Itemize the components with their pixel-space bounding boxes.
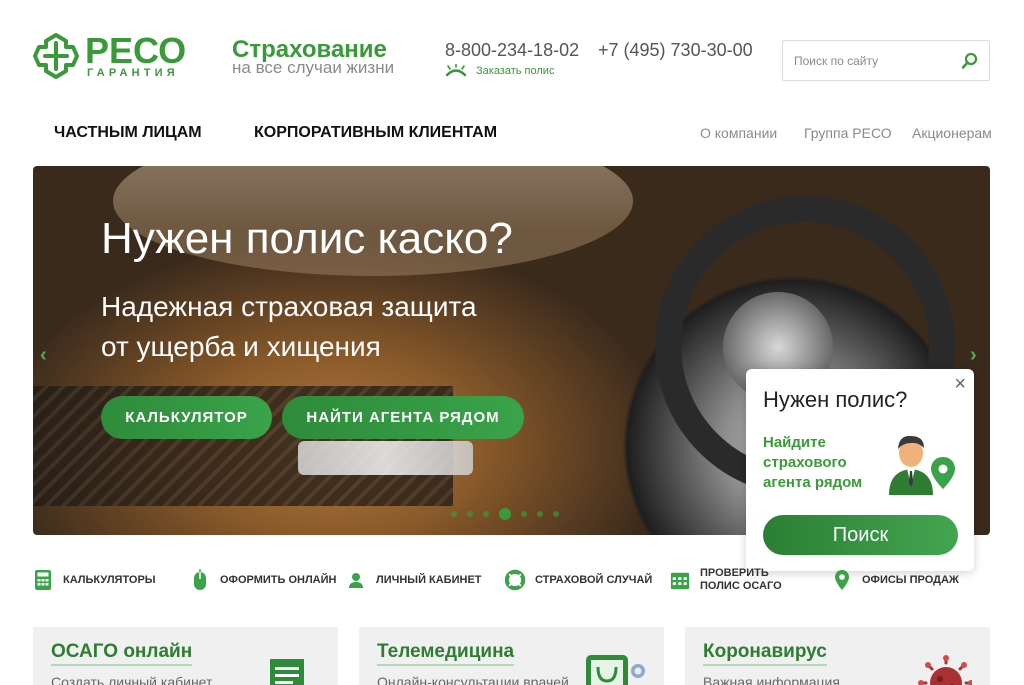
slider-dots [451, 508, 559, 520]
quick-link-online[interactable]: ОФОРМИТЬ ОНЛАЙН [190, 566, 336, 594]
logo[interactable]: РЕСО ГАРАНТИЯ [33, 33, 193, 81]
order-policy-link[interactable]: Заказать полис [445, 63, 554, 79]
calculator-icon [35, 570, 51, 590]
brand-name: РЕСО [85, 30, 187, 71]
brand-subtitle: ГАРАНТИЯ [87, 67, 179, 79]
card-title[interactable]: Телемедицина [377, 641, 515, 666]
reso-logo-icon [33, 33, 79, 79]
quick-link-calculators[interactable]: КАЛЬКУЛЯТОРЫ [33, 566, 156, 594]
find-agent-button[interactable]: НАЙТИ АГЕНТА РЯДОМ [282, 396, 524, 439]
card-title[interactable]: Коронавирус [703, 641, 827, 666]
popup-search-button[interactable]: Поиск [763, 515, 958, 555]
map-pin-icon [835, 570, 849, 590]
card-osago-online[interactable]: ОСАГО онлайн Создать личный кабинет [33, 627, 338, 685]
card-coronavirus[interactable]: Коронавирус Важная информация [685, 627, 990, 685]
quick-link-account[interactable]: ЛИЧНЫЙ КАБИНЕТ [346, 566, 482, 594]
slider-dot[interactable] [483, 511, 489, 517]
quick-link-label: ЛИЧНЫЙ КАБИНЕТ [376, 573, 482, 586]
calendar-icon [670, 572, 690, 590]
card-text: Важная информация [703, 674, 840, 685]
quick-link-label: ПРОВЕРИТЬ ПОЛИС ОСАГО [700, 567, 782, 592]
popup-title: Нужен полис? [763, 387, 908, 412]
phone-moscow[interactable]: +7 (495) 730-30-00 [598, 40, 753, 61]
card-text: Создать личный кабинет [51, 674, 213, 685]
slider-dot[interactable] [521, 511, 527, 517]
card-title[interactable]: ОСАГО онлайн [51, 641, 193, 666]
quick-link-insured-event[interactable]: СТРАХОВОЙ СЛУЧАЙ [505, 566, 652, 594]
slogan-subtitle: на все случаи жизни [232, 58, 395, 77]
agent-search-popup: × Нужен полис? Найдите страхового агента… [746, 369, 974, 571]
phone-hotline[interactable]: 8-800-234-18-02 [445, 40, 579, 61]
slider-dot[interactable] [467, 511, 473, 517]
smartphone-icon [586, 655, 645, 685]
card-telemedicine[interactable]: Телемедицина Онлайн-консультации врачей [359, 627, 664, 685]
nav-reso-group[interactable]: Группа РЕСО [804, 125, 892, 141]
user-icon [349, 573, 363, 588]
nav-shareholders[interactable]: Акционерам [912, 125, 992, 141]
nav-private-clients[interactable]: ЧАСТНЫМ ЛИЦАМ [54, 124, 202, 142]
slider-dot[interactable] [553, 511, 559, 517]
slider-dot[interactable] [537, 511, 543, 517]
search-icon[interactable] [961, 52, 979, 70]
nav-about[interactable]: О компании [700, 125, 777, 141]
order-policy-label: Заказать полис [476, 65, 555, 77]
popup-text: Найдите страхового агента рядом [763, 434, 863, 491]
slider-next-arrow[interactable]: › [970, 344, 977, 367]
agent-icon [889, 435, 955, 495]
quick-link-label: ОФИСЫ ПРОДАЖ [862, 573, 959, 586]
slider-prev-arrow[interactable]: ‹ [40, 344, 47, 367]
quick-link-check-osago[interactable]: ПРОВЕРИТЬ ПОЛИС ОСАГО [670, 566, 820, 594]
quick-link-offices[interactable]: ОФИСЫ ПРОДАЖ [832, 566, 959, 594]
document-icon [270, 659, 304, 685]
hero-title: Нужен полис каско? [101, 214, 513, 263]
mouse-icon [194, 569, 206, 590]
nav-corporate-clients[interactable]: КОРПОРАТИВНЫМ КЛИЕНТАМ [254, 124, 497, 142]
slider-dot-active[interactable] [499, 508, 511, 520]
hero-subtitle-line1: Надежная страховая защита [101, 291, 477, 322]
quick-link-label: СТРАХОВОЙ СЛУЧАЙ [535, 573, 653, 586]
quick-link-label: КАЛЬКУЛЯТОРЫ [63, 573, 156, 586]
phone-callback-icon [445, 64, 467, 77]
close-icon[interactable]: × [954, 373, 966, 396]
search-input[interactable] [794, 51, 954, 71]
quick-link-label: ОФОРМИТЬ ОНЛАЙН [220, 573, 337, 586]
hero-car-light [298, 441, 473, 475]
card-text: Онлайн-консультации врачей [377, 674, 569, 685]
virus-icon [918, 655, 972, 685]
calculator-button[interactable]: КАЛЬКУЛЯТОР [101, 396, 272, 439]
site-search [782, 40, 990, 81]
slider-dot[interactable] [451, 511, 457, 517]
hero-subtitle-line2: от ущерба и хищения [101, 331, 381, 362]
lifebuoy-icon [505, 569, 525, 591]
